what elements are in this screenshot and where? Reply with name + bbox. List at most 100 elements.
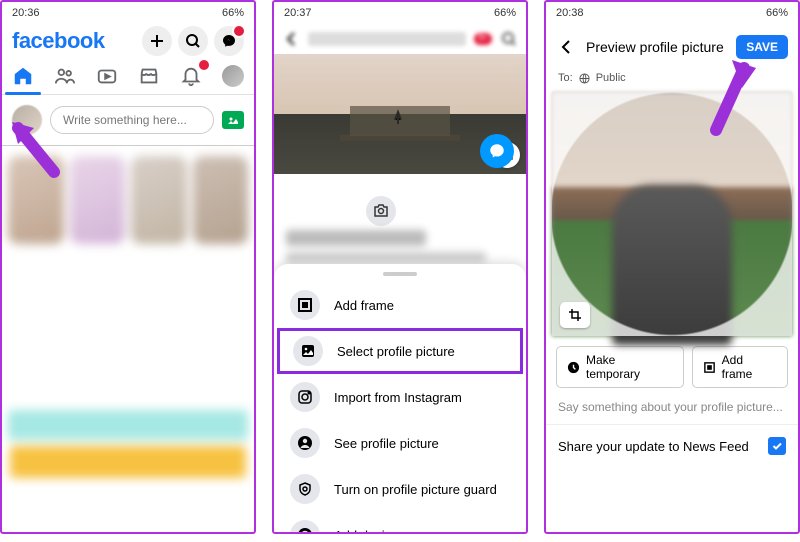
tab-notifications[interactable]	[177, 62, 205, 90]
plus-icon	[149, 33, 165, 49]
menu-label: Select profile picture	[337, 344, 455, 359]
bottom-sheet: Add frame Select profile picture Import …	[274, 264, 526, 532]
tab-home[interactable]	[9, 62, 37, 90]
header-actions	[142, 26, 244, 56]
camera-icon	[373, 204, 389, 218]
hamburger-avatar-icon	[222, 65, 244, 87]
page-title: Preview profile picture	[586, 39, 726, 55]
app-header: facebook	[2, 24, 254, 58]
share-label: Share your update to News Feed	[558, 439, 749, 454]
status-time: 20:37	[284, 7, 312, 19]
tab-marketplace[interactable]	[135, 62, 163, 90]
watch-icon	[96, 65, 118, 87]
make-temporary-button[interactable]: Make temporary	[556, 346, 684, 388]
status-bar: 20:37 66%	[274, 2, 526, 24]
to-label: To:	[558, 72, 573, 84]
menu-add-frame[interactable]: Add frame	[274, 282, 526, 328]
crop-button[interactable]	[560, 302, 590, 328]
messenger-button[interactable]	[214, 26, 244, 56]
picture-preview[interactable]	[552, 92, 792, 336]
menu-add-design[interactable]: Add design	[274, 512, 526, 534]
menu-see-picture[interactable]: See profile picture	[274, 420, 526, 466]
search-icon	[185, 33, 201, 49]
frame-icon	[297, 297, 313, 313]
sheet-handle[interactable]	[383, 272, 417, 276]
profile-avatar[interactable]	[12, 105, 42, 135]
promo-button[interactable]	[10, 446, 246, 478]
notif-badge: 9+	[474, 33, 492, 45]
circle-mask	[552, 92, 792, 336]
compose-bar: Write something here...	[2, 95, 254, 146]
screen-news-feed: 20:36 66% facebook Write something here.…	[0, 0, 256, 534]
search-button[interactable]	[178, 26, 208, 56]
cover-content	[340, 90, 460, 170]
photo-icon	[226, 114, 240, 126]
preview-header: Preview profile picture SAVE	[546, 24, 798, 70]
status-time: 20:38	[556, 7, 584, 19]
feed-post	[2, 256, 254, 406]
frame-icon	[703, 361, 716, 374]
profile-name-blurred	[308, 32, 466, 46]
audience-selector[interactable]: To: Public	[546, 70, 798, 86]
instagram-icon	[297, 389, 313, 405]
story-card[interactable]	[131, 156, 187, 244]
status-bar: 20:38 66%	[546, 2, 798, 24]
story-card[interactable]	[70, 156, 126, 244]
compose-input[interactable]: Write something here...	[50, 106, 214, 134]
screen-preview-picture: 20:38 66% Preview profile picture SAVE T…	[544, 0, 800, 534]
marketplace-icon	[138, 65, 160, 87]
add-photo-button[interactable]	[222, 111, 244, 129]
add-frame-button[interactable]: Add frame	[692, 346, 788, 388]
chip-label: Make temporary	[586, 353, 673, 381]
menu-select-picture[interactable]: Select profile picture	[277, 328, 523, 374]
design-icon	[297, 527, 313, 534]
menu-label: Import from Instagram	[334, 390, 462, 405]
home-icon	[12, 65, 34, 87]
back-icon[interactable]	[556, 37, 576, 57]
status-battery: 66%	[222, 7, 244, 19]
picture-icon	[300, 343, 316, 359]
screen-profile-menu: 20:37 66% 9+ Add frame Select profile pi…	[272, 0, 528, 534]
menu-label: See profile picture	[334, 436, 439, 451]
tab-menu[interactable]	[219, 62, 247, 90]
clock-icon	[567, 361, 580, 374]
share-checkbox[interactable]	[768, 437, 786, 455]
search-icon[interactable]	[500, 30, 518, 48]
facebook-logo: facebook	[12, 28, 105, 54]
promo-banner	[8, 410, 248, 440]
tab-friends[interactable]	[51, 62, 79, 90]
chip-label: Add frame	[722, 353, 777, 381]
menu-label: Add frame	[334, 298, 394, 313]
menu-label: Turn on profile picture guard	[334, 482, 497, 497]
shield-icon	[297, 481, 313, 497]
messenger-badge[interactable]	[480, 134, 514, 168]
save-button[interactable]: SAVE	[736, 35, 788, 59]
status-bar: 20:36 66%	[2, 2, 254, 24]
friends-icon	[54, 65, 76, 87]
menu-picture-guard[interactable]: Turn on profile picture guard	[274, 466, 526, 512]
crop-icon	[568, 308, 582, 322]
notif-dot	[199, 60, 209, 70]
edit-profile-pic-button[interactable]	[366, 196, 396, 226]
person-icon	[297, 435, 313, 451]
status-battery: 66%	[766, 7, 788, 19]
status-battery: 66%	[494, 7, 516, 19]
check-icon	[771, 440, 783, 452]
add-button[interactable]	[142, 26, 172, 56]
menu-label: Add design	[334, 528, 399, 535]
menu-import-instagram[interactable]: Import from Instagram	[274, 374, 526, 420]
tab-watch[interactable]	[93, 62, 121, 90]
globe-icon	[579, 73, 590, 84]
messenger-icon	[488, 142, 506, 160]
story-card[interactable]	[8, 156, 64, 244]
bell-icon	[180, 65, 202, 87]
status-time: 20:36	[12, 7, 40, 19]
caption-input[interactable]: Say something about your profile picture…	[546, 394, 798, 425]
story-card[interactable]	[193, 156, 249, 244]
nav-tabs	[2, 58, 254, 95]
back-icon[interactable]	[282, 30, 300, 48]
to-value: Public	[596, 72, 626, 84]
share-to-feed-row[interactable]: Share your update to News Feed	[546, 425, 798, 467]
notif-dot	[232, 24, 246, 38]
feed-blurred	[2, 150, 254, 532]
